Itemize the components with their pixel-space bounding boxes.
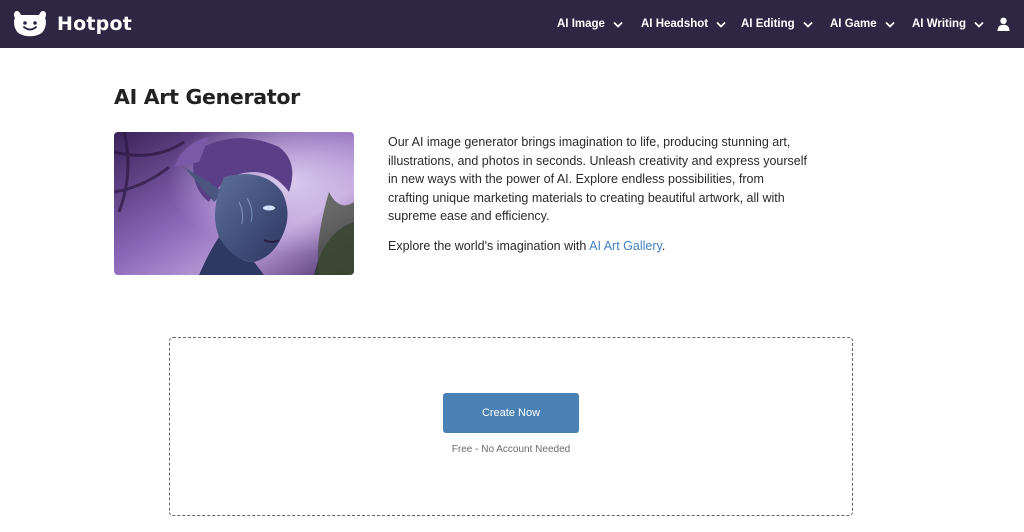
create-now-button[interactable]: Create Now: [443, 393, 579, 433]
nav-ai-image-label: AI Image: [557, 18, 605, 30]
chevron-down-icon: [716, 21, 726, 28]
nav-ai-headshot-label: AI Headshot: [641, 18, 709, 30]
hero-image: [114, 132, 354, 275]
ai-art-gallery-link[interactable]: AI Art Gallery: [589, 239, 662, 253]
nav-ai-writing-label: AI Writing: [912, 18, 967, 30]
nav-ai-game[interactable]: AI Game: [830, 0, 895, 48]
nav-ai-writing[interactable]: AI Writing: [912, 0, 984, 48]
chevron-down-icon: [885, 21, 895, 28]
chevron-down-icon: [613, 21, 623, 28]
user-icon[interactable]: [997, 17, 1010, 31]
nav-ai-game-label: AI Game: [830, 18, 877, 30]
top-navigation-bar: Hotpot AI Image AI Headshot AI Editing A…: [0, 0, 1024, 48]
brand-name: Hotpot: [57, 12, 132, 35]
chevron-down-icon: [974, 21, 984, 28]
free-no-account-note: Free - No Account Needed: [451, 444, 571, 455]
nav-ai-editing-label: AI Editing: [741, 18, 795, 30]
brand-home-link[interactable]: Hotpot: [12, 10, 132, 37]
chevron-down-icon: [803, 21, 813, 28]
page-title: AI Art Generator: [114, 85, 300, 109]
explore-text: Explore the world's imagination with: [388, 239, 590, 253]
nav-ai-headshot[interactable]: AI Headshot: [641, 0, 726, 48]
nav-ai-editing[interactable]: AI Editing: [741, 0, 813, 48]
hotpot-logo-icon: [13, 11, 47, 37]
intro-description: Our AI image generator brings imaginatio…: [388, 135, 807, 224]
nav-ai-image[interactable]: AI Image: [557, 0, 623, 48]
explore-line: Explore the world's imagination with AI …: [388, 237, 808, 255]
explore-suffix: .: [661, 239, 666, 253]
